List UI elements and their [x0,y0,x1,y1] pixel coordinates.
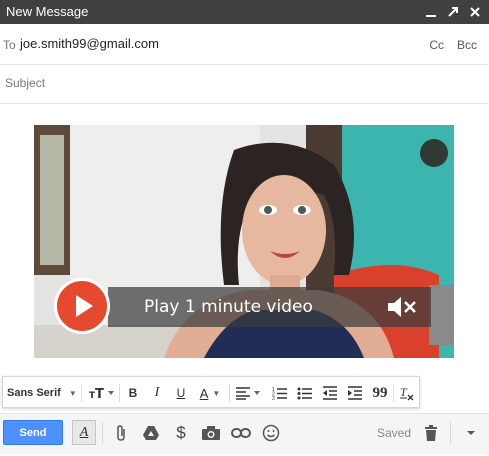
indent-less-icon[interactable] [319,382,341,404]
text-color-icon: A [199,385,209,401]
emoji-icon[interactable] [260,422,282,444]
bottom-divider [450,422,451,444]
compose-window: New Message To joe.smith99@gmail.com Cc … [0,0,489,456]
font-family-select[interactable]: Sans Serif ▼ [7,382,77,404]
mute-button[interactable] [385,294,419,320]
link-icon[interactable] [230,422,252,444]
trash-icon[interactable] [420,422,442,444]
attach-icon[interactable] [110,422,132,444]
play-button[interactable] [54,278,110,334]
svg-text:T: T [95,387,104,401]
to-field-row[interactable]: To joe.smith99@gmail.com Cc Bcc [0,24,489,65]
chevron-down-icon: ▼ [212,388,221,398]
money-icon[interactable]: $ [170,422,192,444]
toolbar-divider [393,384,394,402]
compose-bottom-bar: Send A $ Saved [0,413,489,454]
cc-link[interactable]: Cc [429,38,444,52]
more-options-icon[interactable] [460,422,482,444]
toolbar-divider [229,384,230,402]
chevron-down-icon: ▼ [68,388,77,398]
italic-icon[interactable]: I [147,382,167,404]
minimize-icon[interactable] [421,1,441,23]
bottom-divider [102,422,103,444]
camera-icon[interactable] [200,422,222,444]
saved-status: Saved [377,426,412,440]
pop-out-icon[interactable] [443,1,463,23]
drive-icon[interactable] [140,422,162,444]
recipient-chip[interactable]: joe.smith99@gmail.com [20,36,159,51]
bold-icon[interactable]: B [123,382,143,404]
align-icon[interactable] [233,382,263,404]
indent-more-icon[interactable] [344,382,366,404]
send-button[interactable]: Send [3,420,63,445]
to-label: To [3,38,16,52]
toolbar-divider [119,384,120,402]
numbered-list-icon[interactable]: 123 [269,382,291,404]
toolbar-divider [81,384,82,402]
close-icon[interactable] [465,1,485,23]
muted-speaker-icon [388,297,416,317]
subject-input[interactable] [3,75,477,91]
text-size-icon[interactable]: TT [87,382,117,404]
compose-title-bar[interactable]: New Message [0,0,489,24]
text-color-button[interactable]: A ▼ [195,382,225,404]
formatting-toolbar: Sans Serif ▼ TT B I U A ▼ 123 99 T [2,376,420,408]
underline-icon[interactable]: U [171,382,191,404]
formatting-toggle[interactable]: A [72,420,96,445]
svg-text:T: T [400,385,408,399]
subject-row [0,65,489,104]
bcc-link[interactable]: Bcc [457,38,477,52]
remove-formatting-icon[interactable]: T [397,382,417,404]
video-play-text: Play 1 minute video [144,297,313,317]
quote-icon[interactable]: 99 [369,382,391,404]
svg-text:3: 3 [272,396,275,400]
formatting-icon: A [79,424,89,440]
video-play-bar[interactable]: Play 1 minute video [108,287,431,327]
bulleted-list-icon[interactable] [294,382,316,404]
compose-title: New Message [6,4,89,19]
font-family-value: Sans Serif [7,387,61,399]
play-icon [76,295,93,317]
